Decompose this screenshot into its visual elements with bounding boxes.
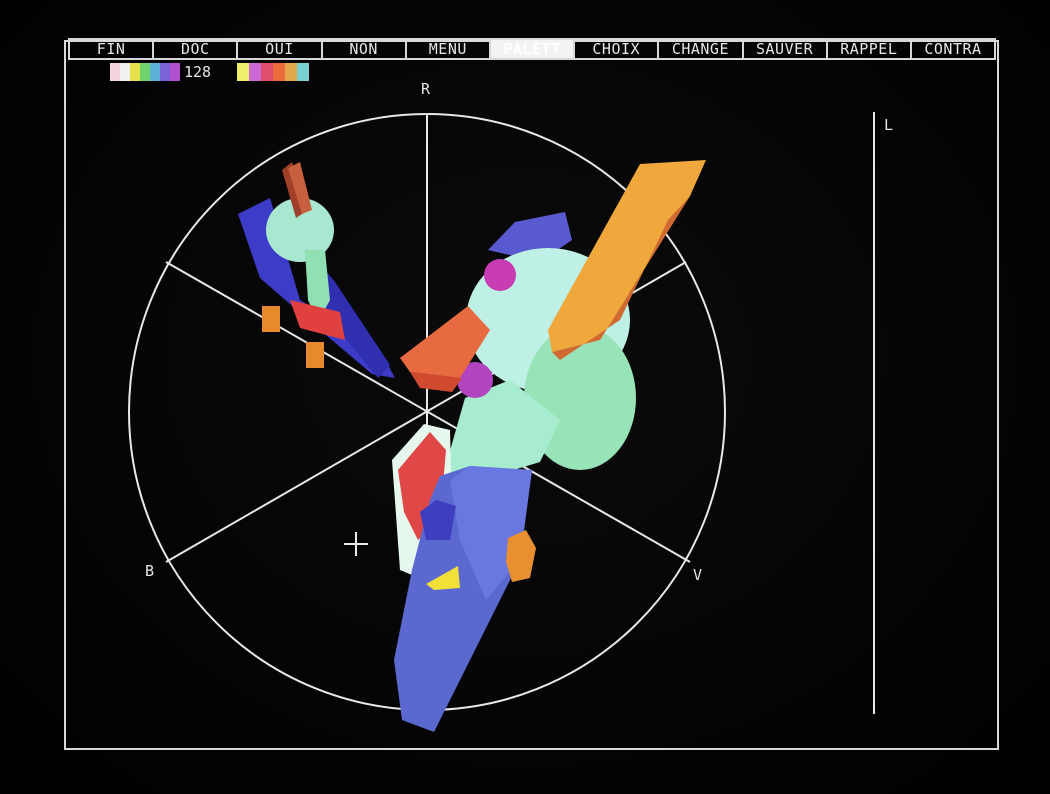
- crosshair-cursor[interactable]: [344, 532, 368, 556]
- axis-label-b: B: [145, 562, 155, 580]
- axis-label-v: V: [693, 566, 703, 584]
- axis-label-r: R: [421, 80, 431, 98]
- bird-large-illustration: [392, 160, 706, 732]
- scale-label-l: L: [884, 116, 894, 134]
- bird-small-illustration: [238, 162, 395, 378]
